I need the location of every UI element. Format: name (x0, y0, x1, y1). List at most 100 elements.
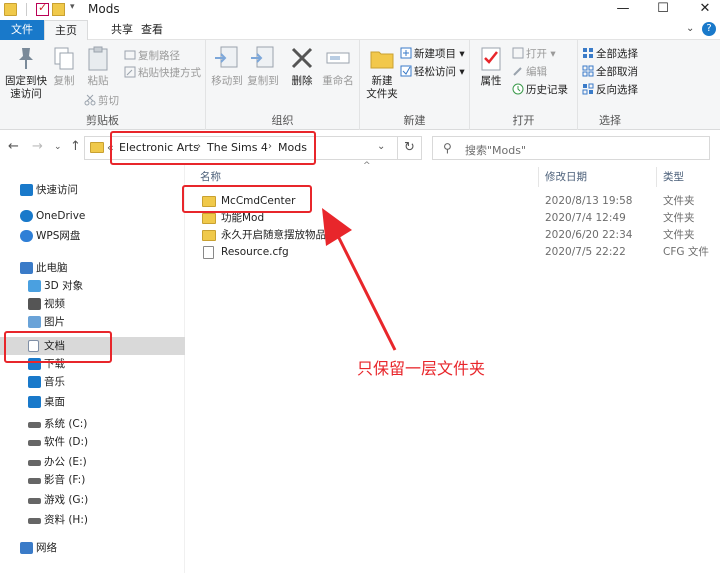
cut-button[interactable]: 剪切 (84, 93, 119, 109)
up-arrow-icon[interactable]: ↑ (70, 139, 81, 154)
new-folder-button[interactable]: 新建 文件夹 (364, 44, 400, 101)
select-none-icon (582, 65, 594, 77)
file-row[interactable]: Resource.cfg 2020/7/5 22:22 CFG 文件 (186, 244, 720, 261)
file-icon (203, 246, 214, 259)
nav-item[interactable]: WPS网盘 (0, 227, 185, 245)
nav-item[interactable]: 办公 (E:) (0, 453, 185, 471)
divider[interactable] (538, 167, 539, 187)
nav-item[interactable]: 影音 (F:) (0, 471, 185, 489)
edit-label: 编辑 (526, 66, 547, 78)
annotation-text: 只保留一层文件夹 (357, 359, 486, 378)
file-row[interactable]: 永久开启随意摆放物品 2020/6/20 22:34 文件夹 (186, 227, 720, 244)
move-to-button[interactable]: 移动到 (210, 44, 244, 88)
image-icon (28, 316, 41, 328)
nav-item[interactable]: 视频 (0, 295, 185, 313)
tab-home[interactable]: 主页 (44, 20, 88, 40)
properties-button[interactable]: 属性 (476, 44, 506, 88)
nav-item-label: 桌面 (44, 396, 65, 408)
delete-x-icon (288, 44, 316, 72)
clipboard-group: 固定到快 速访问 复制 粘贴 复制路径 粘贴快捷方式 剪切 剪贴板 (0, 40, 206, 130)
select-all-button[interactable]: 全部选择 (582, 46, 638, 62)
nav-item-label: 音乐 (44, 376, 65, 388)
select-none-button[interactable]: 全部取消 (582, 64, 638, 80)
nav-item[interactable]: 桌面 (0, 393, 185, 411)
edit-button[interactable]: 编辑 (512, 64, 547, 80)
nav-item[interactable]: 音乐 (0, 373, 185, 391)
paste-shortcut-label: 粘贴快捷方式 (138, 67, 201, 79)
search-box[interactable]: ⚲ 搜索"Mods" (432, 136, 710, 160)
nav-item[interactable]: 图片 (0, 313, 185, 331)
forward-arrow-icon[interactable]: → (32, 139, 43, 154)
pin-to-quick-access-button[interactable]: 固定到快 速访问 (4, 44, 48, 101)
scissors-icon (84, 94, 96, 106)
refresh-icon[interactable]: ↻ (398, 136, 422, 160)
title-bar: ▾ Mods — ☐ ✕ (0, 0, 720, 20)
ribbon: 固定到快 速访问 复制 粘贴 复制路径 粘贴快捷方式 剪切 剪贴板 移动到 复制… (0, 40, 720, 130)
new-folder-quick-icon[interactable] (52, 3, 65, 16)
new-item-label: 新建项目 ▾ (414, 48, 465, 60)
column-header-type[interactable]: 类型 (663, 165, 684, 189)
easy-access-label: 轻松访问 ▾ (414, 66, 465, 78)
divider (26, 3, 27, 16)
new-folder-label: 新建 文件夹 (366, 75, 398, 100)
copy-to-icon (249, 44, 277, 72)
file-name: Resource.cfg (221, 246, 289, 258)
copy-label: 复制 (53, 75, 75, 87)
divider[interactable] (656, 167, 657, 187)
back-arrow-icon[interactable]: ← (8, 139, 19, 154)
ribbon-tabs: 文件 主页 共享 查看 ⌄ ? (0, 20, 720, 40)
nav-item[interactable]: 3D 对象 (0, 277, 185, 295)
close-button[interactable]: ✕ (682, 0, 720, 20)
nav-item[interactable]: 系统 (C:) (0, 415, 185, 433)
nav-item-label: 图片 (44, 316, 65, 328)
new-folder-icon (368, 44, 396, 72)
paste-button[interactable]: 粘贴 (84, 44, 112, 88)
new-item-icon (400, 47, 412, 59)
nav-item[interactable]: OneDrive (0, 207, 185, 225)
customize-quick-access-chevron-icon[interactable]: ▾ (70, 2, 75, 12)
paste-shortcut-button[interactable]: 粘贴快捷方式 (124, 65, 201, 81)
nav-item[interactable]: 资料 (H:) (0, 511, 185, 529)
delete-button[interactable]: 删除 (288, 44, 316, 88)
rename-icon (324, 44, 352, 72)
copy-path-button[interactable]: 复制路径 (124, 48, 180, 64)
file-type: 文件夹 (663, 212, 695, 224)
history-button[interactable]: 历史记录 (512, 82, 568, 98)
nav-item[interactable]: 网络 (0, 539, 185, 557)
easy-access-button[interactable]: 轻松访问 ▾ (400, 64, 465, 80)
file-type: 文件夹 (663, 229, 695, 241)
open-button[interactable]: 打开 ▾ (512, 46, 556, 62)
cut-label: 剪切 (98, 95, 119, 107)
file-date: 2020/8/13 19:58 (545, 195, 633, 207)
maximize-button[interactable]: ☐ (640, 0, 686, 20)
file-date: 2020/7/4 12:49 (545, 212, 626, 224)
nav-item[interactable]: 软件 (D:) (0, 433, 185, 451)
copy-button[interactable]: 复制 (50, 44, 78, 88)
nav-item[interactable]: 快速访问 (0, 181, 185, 199)
copy-path-label: 复制路径 (138, 50, 180, 62)
recent-locations-chevron-icon[interactable]: ⌄ (54, 142, 62, 152)
nav-item[interactable]: 此电脑 (0, 259, 185, 277)
copy-to-button[interactable]: 复制到 (246, 44, 280, 88)
address-dropdown-chevron-icon[interactable]: ⌄ (377, 141, 385, 152)
tab-file[interactable]: 文件 (0, 20, 44, 40)
rename-button[interactable]: 重命名 (320, 44, 356, 88)
help-icon[interactable]: ? (702, 22, 716, 36)
expand-ribbon-chevron-icon[interactable]: ⌄ (686, 23, 694, 34)
nav-item-label: 视频 (44, 298, 65, 310)
invert-selection-button[interactable]: 反向选择 (582, 82, 638, 98)
nav-item-label: 办公 (E:) (44, 456, 87, 468)
nav-item-label: 游戏 (G:) (44, 494, 89, 506)
file-type: CFG 文件 (663, 246, 709, 258)
drive-icon (28, 518, 41, 524)
folder-icon (202, 230, 216, 241)
new-item-button[interactable]: 新建项目 ▾ (400, 46, 465, 62)
properties-checkmark-icon[interactable] (36, 1, 49, 16)
file-date: 2020/7/5 22:22 (545, 246, 626, 258)
pin-icon (12, 44, 40, 72)
nav-item[interactable]: 游戏 (G:) (0, 491, 185, 509)
column-header-date[interactable]: 修改日期 (545, 165, 587, 189)
tab-view[interactable]: 查看 (130, 20, 174, 40)
nav-item-label: 此电脑 (36, 262, 68, 274)
highlight-box-folder (182, 185, 312, 213)
